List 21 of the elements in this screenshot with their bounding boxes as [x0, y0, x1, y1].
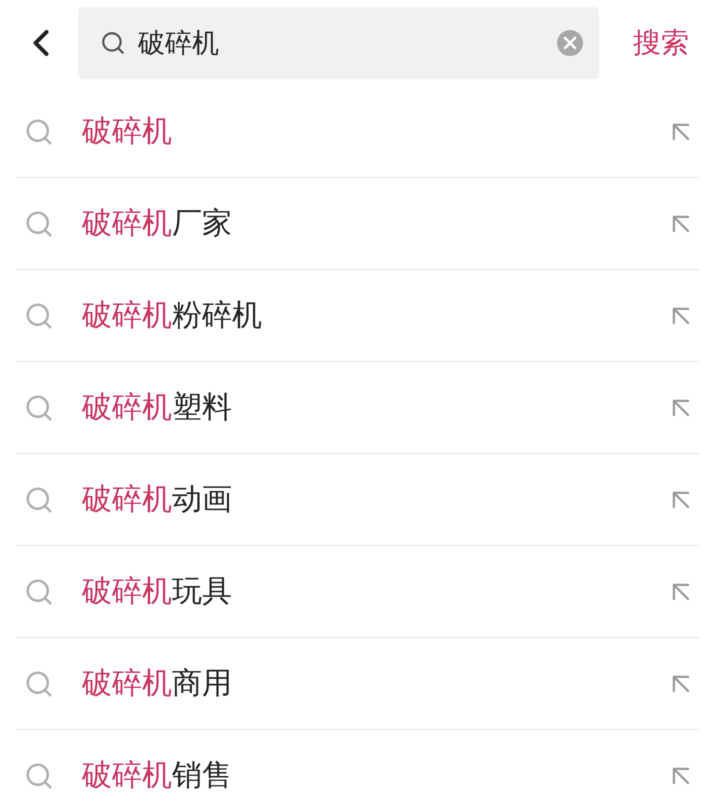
search-icon [24, 760, 54, 790]
search-icon [24, 576, 54, 606]
suggestion-item[interactable]: 破碎机塑料 [16, 362, 700, 454]
search-field[interactable]: 破碎机 [78, 7, 599, 79]
search-query: 破碎机 [138, 27, 220, 61]
search-icon [24, 392, 54, 422]
clear-button[interactable] [555, 28, 585, 58]
suggestion-item[interactable]: 破碎机厂家 [16, 178, 700, 270]
suggestion-item[interactable]: 破碎机商用 [16, 638, 700, 730]
search-icon [24, 484, 54, 514]
search-icon [100, 30, 126, 56]
search-button[interactable]: 搜索 [633, 24, 689, 62]
search-icon [24, 668, 54, 698]
search-icon [24, 208, 54, 238]
suggestion-item[interactable]: 破碎机玩具 [16, 546, 700, 638]
suggestion-item[interactable]: 破碎机动画 [16, 454, 700, 546]
search-icon [24, 116, 54, 146]
suggestion-item[interactable]: 破碎机粉碎机 [16, 270, 700, 362]
suggestion-item[interactable]: 破碎机 [16, 86, 700, 178]
suggestion-item[interactable]: 破碎机销售 [16, 730, 700, 804]
search-icon [24, 300, 54, 330]
